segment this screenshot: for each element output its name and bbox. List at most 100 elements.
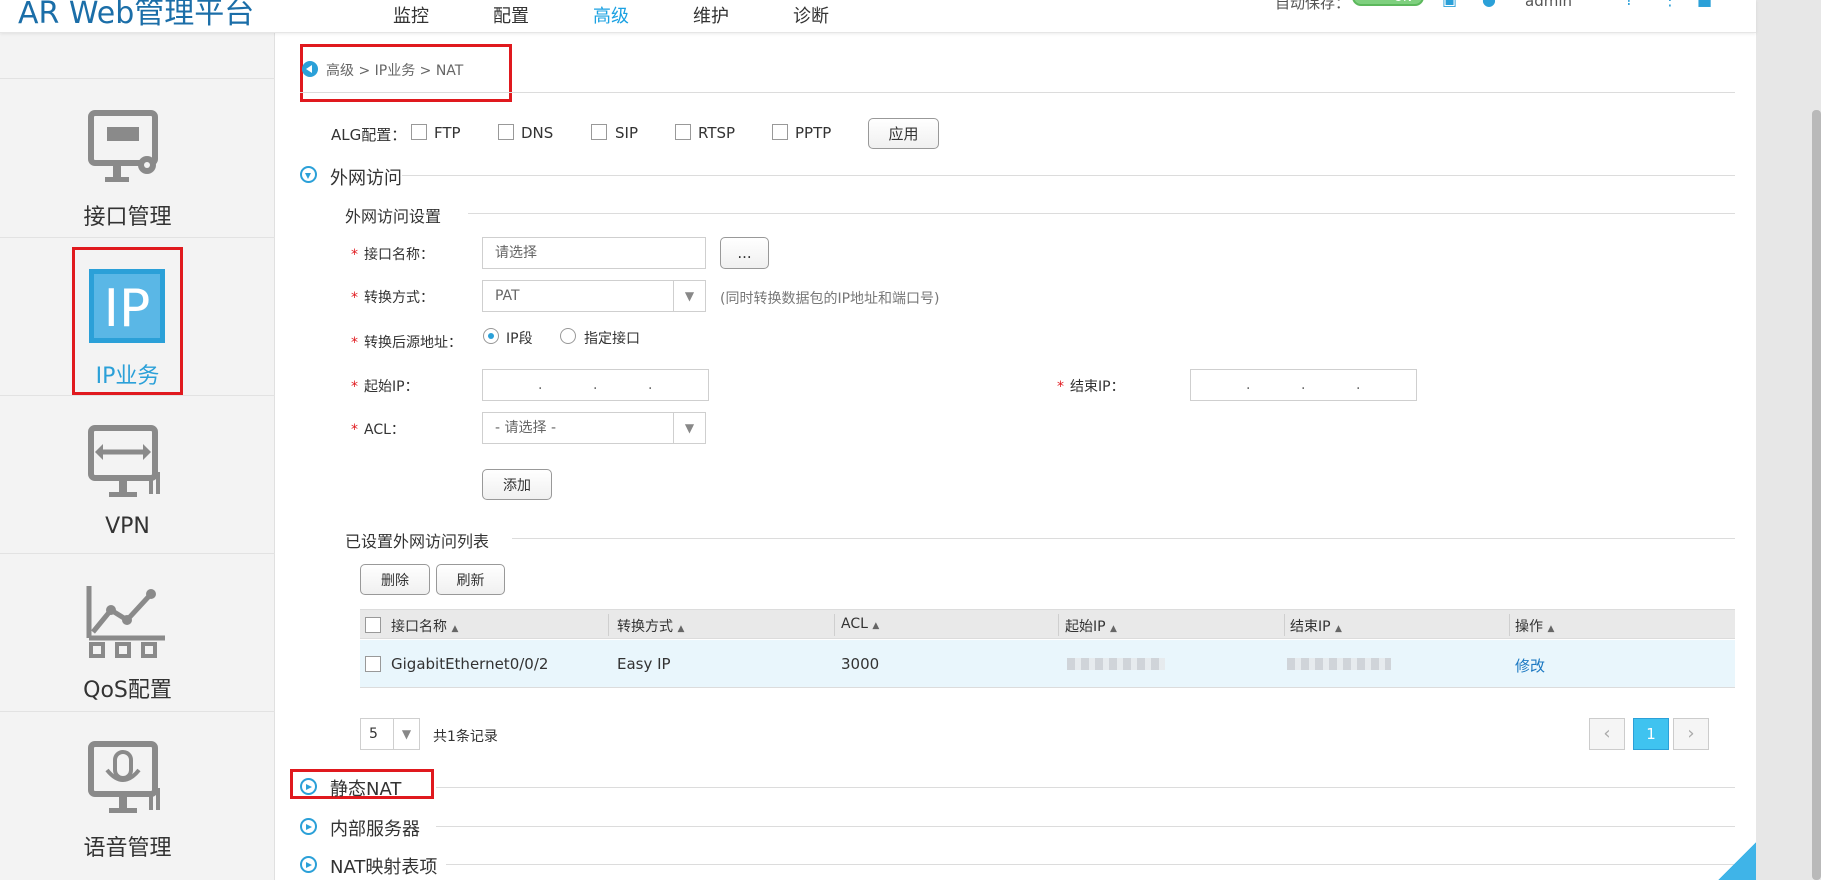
user-icon: ● xyxy=(1482,0,1496,9)
sidebar-label-interface: 接口管理 xyxy=(83,205,172,230)
mode-value: PAT xyxy=(495,288,520,304)
page-size-value: 5 xyxy=(369,726,378,742)
alg-sip-checkbox[interactable] xyxy=(591,124,607,140)
auto-save-toggle[interactable]: ON xyxy=(1352,0,1424,6)
browse-button[interactable]: ... xyxy=(720,237,769,269)
list-title: 已设置外网访问列表 xyxy=(345,532,490,551)
alg-rtsp-label: RTSP xyxy=(698,124,736,142)
section-static-nat[interactable]: 静态NAT xyxy=(330,775,401,801)
top-bar: AR Web管理平台 监控 配置 高级 维护 诊断 自动保存： ON ▣ ● a… xyxy=(0,0,1756,33)
alg-label: ALG配置： xyxy=(331,126,407,144)
interface-name-input[interactable]: 请选择 xyxy=(482,237,706,269)
alg-sip-label: SIP xyxy=(615,124,638,142)
refresh-button[interactable]: 刷新 xyxy=(436,564,505,595)
cell-start-ip-redacted xyxy=(1067,658,1165,670)
alg-ftp-checkbox[interactable] xyxy=(411,124,427,140)
start-ip-label: * 起始IP： xyxy=(351,379,419,395)
sidebar-item-interface[interactable]: 接口管理 xyxy=(0,78,275,236)
username: admin xyxy=(1525,0,1572,10)
chevron-down-icon: ▼ xyxy=(673,281,705,311)
sidebar-item-qos[interactable]: QoS配置 xyxy=(0,553,275,711)
acl-select[interactable]: - 请选择 - ▼ xyxy=(482,412,706,444)
prev-page-button[interactable]: ‹ xyxy=(1589,718,1625,750)
help-icon[interactable]: ? xyxy=(1625,0,1634,9)
edit-link[interactable]: 修改 xyxy=(1515,655,1545,676)
scrollbar-thumb[interactable] xyxy=(1812,110,1821,880)
sidebar-item-vpn[interactable]: VPN xyxy=(0,395,275,553)
mode-hint: (同时转换数据包的IP地址和端口号) xyxy=(720,291,940,307)
cell-mode: Easy IP xyxy=(617,655,671,673)
col-interface[interactable]: 接口名称 ▲ xyxy=(391,616,458,636)
back-icon[interactable] xyxy=(302,61,318,77)
col-end-ip[interactable]: 结束IP ▲ xyxy=(1290,616,1342,636)
select-all-checkbox[interactable] xyxy=(365,617,381,633)
end-ip-input[interactable]: ... xyxy=(1190,369,1417,401)
settings-icon[interactable]: ⋮ xyxy=(1662,0,1678,9)
sidebar-label-qos: QoS配置 xyxy=(83,678,172,703)
sidebar-item-voice[interactable]: 语音管理 xyxy=(0,711,275,869)
page-1-button[interactable]: 1 xyxy=(1633,718,1669,750)
expand-icon[interactable] xyxy=(300,856,317,873)
interface-name-label: * 接口名称： xyxy=(351,247,434,263)
next-page-button[interactable]: › xyxy=(1673,718,1709,750)
col-separator xyxy=(834,614,835,636)
source-address-label: * 转换后源地址： xyxy=(351,335,462,351)
col-acl[interactable]: ACL ▲ xyxy=(841,616,879,632)
divider xyxy=(436,826,1735,827)
page-size-select[interactable]: 5 ▼ xyxy=(360,718,420,750)
voice-icon xyxy=(88,741,160,813)
expand-icon[interactable] xyxy=(300,778,317,795)
col-start-ip[interactable]: 起始IP ▲ xyxy=(1065,616,1117,636)
nav-diagnose[interactable]: 诊断 xyxy=(793,2,829,28)
start-ip-input[interactable]: ... xyxy=(482,369,709,401)
alg-pptp-checkbox[interactable] xyxy=(772,124,788,140)
total-records: 共1条记录 xyxy=(433,729,498,745)
breadcrumb: 高级 > IP业务 > NAT xyxy=(326,63,464,79)
col-separator xyxy=(1509,614,1510,636)
auto-save-label: 自动保存： xyxy=(1275,0,1351,12)
col-separator xyxy=(608,614,609,636)
cell-interface: GigabitEthernet0/0/2 xyxy=(391,655,549,673)
alg-ftp-label: FTP xyxy=(434,124,461,142)
sidebar-label-vpn: VPN xyxy=(105,514,150,539)
interface-icon xyxy=(88,110,158,182)
source-ip-range-radio[interactable] xyxy=(483,328,499,344)
source-interface-radio[interactable] xyxy=(560,328,576,344)
section-outbound[interactable]: 外网访问 xyxy=(330,164,402,190)
col-action[interactable]: 操作 ▲ xyxy=(1515,616,1554,636)
table-row[interactable]: GigabitEthernet0/0/2 Easy IP 3000 修改 xyxy=(360,640,1735,688)
divider xyxy=(512,538,1735,539)
nav-config[interactable]: 配置 xyxy=(493,2,529,28)
sidebar-label-voice: 语音管理 xyxy=(83,836,172,861)
logout-icon[interactable]: ■ xyxy=(1697,0,1712,9)
divider xyxy=(468,213,1735,214)
highlight-ip-sidebar xyxy=(72,247,183,395)
delete-button[interactable]: 删除 xyxy=(360,564,430,595)
source-ip-range-label: IP段 xyxy=(506,331,533,347)
add-button[interactable]: 添加 xyxy=(482,469,552,500)
row-checkbox[interactable] xyxy=(365,656,381,672)
brand-title: AR Web管理平台 xyxy=(18,0,255,31)
divider xyxy=(300,92,1735,93)
apply-button[interactable]: 应用 xyxy=(868,118,939,149)
end-ip-label: * 结束IP： xyxy=(1057,379,1125,395)
nav-maintenance[interactable]: 维护 xyxy=(693,2,729,28)
cell-acl: 3000 xyxy=(841,655,880,673)
corner-badge xyxy=(1718,842,1756,880)
mode-label: * 转换方式： xyxy=(351,290,434,306)
alg-dns-label: DNS xyxy=(521,124,554,142)
divider xyxy=(402,175,1735,176)
save-icon[interactable]: ▣ xyxy=(1442,0,1457,9)
nav-advanced[interactable]: 高级 xyxy=(593,2,629,28)
nav-monitor[interactable]: 监控 xyxy=(393,2,429,28)
collapse-icon[interactable] xyxy=(300,166,317,183)
alg-dns-checkbox[interactable] xyxy=(498,124,514,140)
form-title: 外网访问设置 xyxy=(345,207,442,226)
mode-select[interactable]: PAT ▼ xyxy=(482,280,706,312)
alg-rtsp-checkbox[interactable] xyxy=(675,124,691,140)
divider xyxy=(446,864,1735,865)
section-nat-mapping[interactable]: NAT映射表项 xyxy=(330,853,437,879)
col-mode[interactable]: 转换方式 ▲ xyxy=(617,616,684,636)
section-internal-server[interactable]: 内部服务器 xyxy=(330,815,420,841)
expand-icon[interactable] xyxy=(300,818,317,835)
